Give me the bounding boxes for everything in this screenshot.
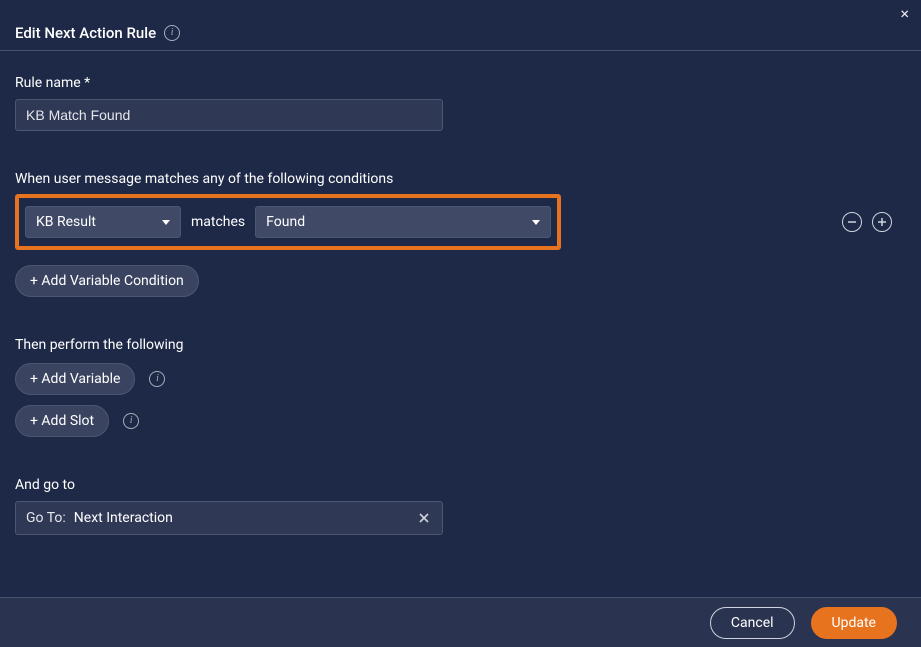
close-icon (418, 512, 430, 524)
then-label: Then perform the following (15, 337, 906, 353)
add-slot-button[interactable]: + Add Slot (15, 405, 109, 437)
condition-value-select[interactable]: Found (255, 206, 551, 238)
rule-name-input[interactable] (15, 99, 443, 131)
condition-operator: matches (189, 214, 247, 230)
close-button[interactable]: × (900, 6, 909, 22)
add-condition-button[interactable] (872, 212, 892, 232)
dialog-title: Edit Next Action Rule (15, 24, 156, 42)
dialog-footer: Cancel Update (0, 597, 921, 647)
condition-variable-value: KB Result (36, 214, 96, 230)
info-icon[interactable]: i (149, 371, 165, 387)
add-variable-condition-button[interactable]: + Add Variable Condition (15, 265, 199, 297)
condition-row-actions (842, 212, 906, 232)
goto-label: And go to (15, 477, 906, 493)
goto-value: Next Interaction (74, 510, 406, 526)
chevron-down-icon (162, 220, 170, 225)
conditions-label: When user message matches any of the fol… (15, 171, 906, 187)
edit-rule-dialog: × Edit Next Action Rule i Rule name * Wh… (0, 0, 921, 647)
condition-highlight: KB Result matches Found (15, 194, 561, 250)
remove-condition-button[interactable] (842, 212, 862, 232)
add-variable-button[interactable]: + Add Variable (15, 363, 135, 395)
condition-row: KB Result matches Found (15, 193, 906, 251)
dialog-header: Edit Next Action Rule i (0, 0, 921, 51)
dialog-body: Rule name * When user message matches an… (0, 51, 921, 597)
condition-variable-select[interactable]: KB Result (25, 206, 181, 238)
goto-clear-button[interactable] (414, 508, 434, 528)
goto-select[interactable]: Go To: Next Interaction (15, 501, 443, 535)
goto-prefix: Go To: (26, 510, 66, 526)
rule-name-label: Rule name * (15, 75, 906, 91)
condition-value-text: Found (266, 214, 305, 230)
update-button[interactable]: Update (811, 607, 897, 639)
chevron-down-icon (532, 220, 540, 225)
minus-icon (847, 217, 857, 227)
info-icon[interactable]: i (164, 25, 180, 41)
cancel-button[interactable]: Cancel (710, 607, 795, 639)
plus-icon (877, 217, 887, 227)
info-icon[interactable]: i (123, 413, 139, 429)
